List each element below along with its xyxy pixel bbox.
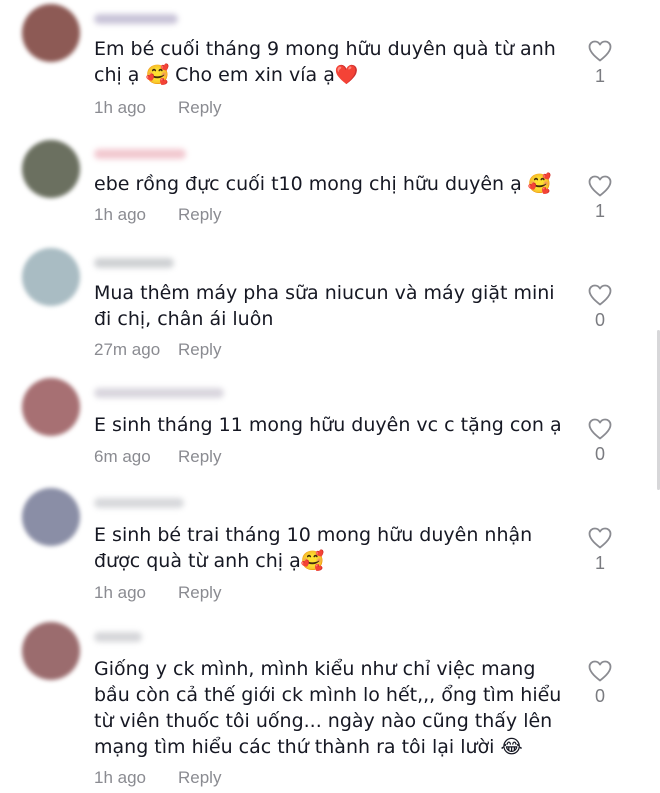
like-button[interactable]: 0 <box>586 660 614 707</box>
like-button[interactable]: 1 <box>586 175 614 222</box>
comment-text: E sinh tháng 11 mong hữu duyên vc c tặng… <box>94 414 562 436</box>
comment-text: E sinh bé trai tháng 10 mong hữu duyên n… <box>94 524 533 572</box>
avatar[interactable] <box>22 488 80 546</box>
reply-button[interactable]: Reply <box>178 583 221 602</box>
avatar[interactable] <box>22 248 80 306</box>
heart-icon <box>588 527 612 549</box>
comment-meta: 1h ago Reply <box>94 768 221 788</box>
like-button[interactable]: 1 <box>586 527 614 574</box>
username-blurred[interactable] <box>94 388 224 398</box>
like-button[interactable]: 0 <box>586 284 614 331</box>
comment-text: Giống y ck mình, mình kiểu như chỉ việc … <box>94 658 562 758</box>
username-blurred[interactable] <box>94 14 178 24</box>
comment-meta: 1h ago Reply <box>94 98 221 118</box>
comment-time: 1h ago <box>94 98 146 117</box>
heart-icon <box>588 175 612 197</box>
comment-time: 1h ago <box>94 583 146 602</box>
username-blurred[interactable] <box>94 632 142 642</box>
heart-icon <box>588 40 612 62</box>
reply-button[interactable]: Reply <box>178 340 221 359</box>
comment-meta: 6m ago Reply <box>94 447 221 467</box>
avatar[interactable] <box>22 4 80 62</box>
like-count: 1 <box>594 201 605 221</box>
like-count: 0 <box>594 686 605 706</box>
comment-text: Em bé cuối tháng 9 mong hữu duyên quà từ… <box>94 38 556 86</box>
comment-meta: 1h ago Reply <box>94 205 221 225</box>
username-blurred[interactable] <box>94 258 174 268</box>
comment-time: 6m ago <box>94 447 151 466</box>
like-button[interactable]: 0 <box>586 418 614 465</box>
comment-time: 1h ago <box>94 205 146 224</box>
comment-time: 27m ago <box>94 340 161 359</box>
comment-meta: 1h ago Reply <box>94 583 221 603</box>
heart-icon <box>588 284 612 306</box>
reply-button[interactable]: Reply <box>178 98 221 117</box>
like-count: 0 <box>594 444 605 464</box>
comment-text: ebe rồng đực cuối t10 mong chị hữu duyên… <box>94 173 552 195</box>
comment-text: Mua thêm máy pha sữa niucun và máy giặt … <box>94 282 555 330</box>
reply-button[interactable]: Reply <box>178 205 221 224</box>
avatar[interactable] <box>22 140 80 198</box>
like-button[interactable]: 1 <box>586 40 614 87</box>
like-count: 1 <box>594 553 605 573</box>
like-count: 0 <box>594 310 605 330</box>
like-count: 1 <box>594 66 605 86</box>
avatar[interactable] <box>22 622 80 680</box>
comment-meta: 27m ago Reply <box>94 340 221 360</box>
avatar[interactable] <box>22 378 80 436</box>
comment-time: 1h ago <box>94 768 146 787</box>
username-blurred[interactable] <box>94 149 186 159</box>
heart-icon <box>588 418 612 440</box>
reply-button[interactable]: Reply <box>178 447 221 466</box>
heart-icon <box>588 660 612 682</box>
username-blurred[interactable] <box>94 498 184 508</box>
reply-button[interactable]: Reply <box>178 768 221 787</box>
